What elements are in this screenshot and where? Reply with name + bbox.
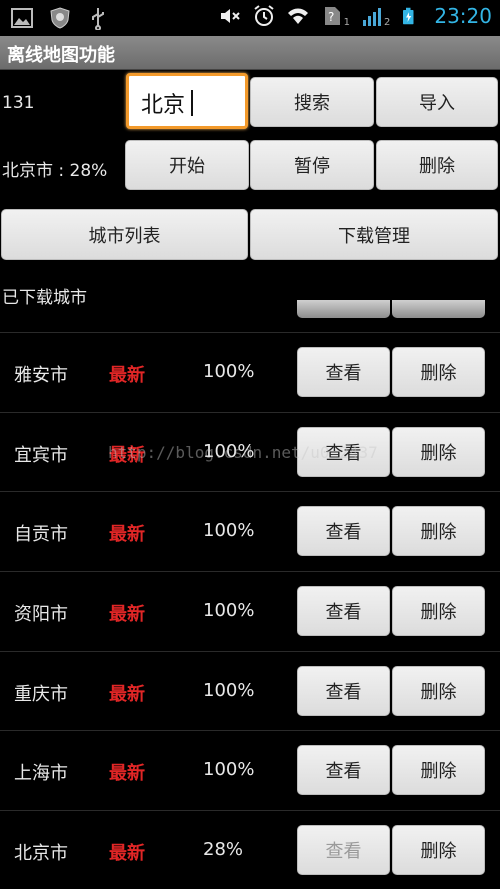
city-code-label: 131 bbox=[2, 93, 35, 113]
progress-percent: 100% bbox=[203, 680, 255, 701]
delete-city-button[interactable]: 删除 bbox=[392, 586, 485, 636]
search-button[interactable]: 搜索 bbox=[250, 77, 374, 127]
svg-text:?: ? bbox=[328, 10, 334, 24]
progress-percent: 28% bbox=[203, 839, 244, 860]
mute-icon bbox=[220, 9, 240, 23]
search-input[interactable]: 北京 bbox=[126, 73, 248, 129]
tab-download-manager[interactable]: 下载管理 bbox=[250, 209, 498, 260]
progress-percent: 100% bbox=[203, 361, 255, 382]
pause-button[interactable]: 暂停 bbox=[250, 140, 374, 190]
delete-city-button[interactable]: 删除 bbox=[392, 745, 485, 795]
download-progress-label: 北京市 : 28% bbox=[2, 161, 108, 181]
view-button[interactable]: 查看 bbox=[297, 347, 390, 397]
progress-percent: 100% bbox=[203, 759, 255, 780]
view-button[interactable]: 查看 bbox=[297, 825, 390, 875]
downloaded-header: 已下载城市 bbox=[2, 288, 87, 308]
view-button[interactable]: 查看 bbox=[297, 666, 390, 716]
usb-icon bbox=[92, 8, 104, 30]
list-item: 自贡市 最新 100% 查看 删除 bbox=[0, 491, 500, 571]
no-sim-icon: ? bbox=[324, 7, 340, 25]
status-time: 23:20 bbox=[434, 4, 492, 28]
update-status: 最新 bbox=[109, 684, 145, 705]
delete-city-button[interactable]: 删除 bbox=[392, 666, 485, 716]
delete-city-button[interactable]: 删除 bbox=[392, 506, 485, 556]
city-name: 资阳市 bbox=[14, 604, 68, 625]
text-caret bbox=[191, 90, 193, 116]
delete-button[interactable]: 删除 bbox=[376, 140, 498, 190]
city-name: 重庆市 bbox=[14, 684, 68, 705]
view-button[interactable]: 查看 bbox=[297, 745, 390, 795]
delete-city-button[interactable]: 删除 bbox=[392, 347, 485, 397]
list-item: 重庆市 最新 100% 查看 删除 bbox=[0, 651, 500, 731]
view-button[interactable]: 查看 bbox=[297, 586, 390, 636]
list-item: 资阳市 最新 100% 查看 删除 bbox=[0, 571, 500, 651]
search-input-value: 北京 bbox=[141, 93, 186, 118]
app-title-bar: 离线地图功能 bbox=[0, 36, 500, 70]
status-bar: ? 1 2 23:20 bbox=[0, 0, 500, 36]
city-name: 宜宾市 bbox=[14, 445, 68, 466]
progress-percent: 100% bbox=[203, 600, 255, 621]
list-item: 北京市 最新 28% 查看 删除 bbox=[0, 810, 500, 889]
peek-delete-button bbox=[392, 300, 485, 318]
sim2-label: 2 bbox=[383, 17, 391, 28]
progress-percent: 100% bbox=[203, 520, 255, 541]
tab-city-list[interactable]: 城市列表 bbox=[1, 209, 248, 260]
list-item: 上海市 最新 100% 查看 删除 bbox=[0, 730, 500, 810]
update-status: 最新 bbox=[109, 763, 145, 784]
import-button[interactable]: 导入 bbox=[376, 77, 498, 127]
delete-city-button[interactable]: 删除 bbox=[392, 427, 485, 477]
view-button[interactable]: 查看 bbox=[297, 506, 390, 556]
update-status: 最新 bbox=[109, 843, 145, 864]
image-icon bbox=[11, 8, 33, 28]
signal-icon bbox=[362, 8, 381, 26]
city-name: 北京市 bbox=[14, 843, 68, 864]
delete-city-button[interactable]: 删除 bbox=[392, 825, 485, 875]
sim1-label: 1 bbox=[343, 17, 350, 28]
city-name: 雅安市 bbox=[14, 365, 68, 386]
city-name: 上海市 bbox=[14, 763, 68, 784]
wifi-icon bbox=[287, 8, 308, 24]
city-name: 自贡市 bbox=[14, 524, 68, 545]
battery-charging-icon bbox=[403, 7, 414, 25]
shield-icon bbox=[50, 7, 70, 29]
update-status: 最新 bbox=[109, 524, 145, 545]
blog-watermark: http://blog.csdn.net/u0 2437 bbox=[108, 443, 378, 462]
update-status: 最新 bbox=[109, 604, 145, 625]
start-button[interactable]: 开始 bbox=[125, 140, 249, 190]
app-title: 离线地图功能 bbox=[7, 45, 115, 66]
update-status: 最新 bbox=[109, 365, 145, 386]
list-item: 雅安市 最新 100% 查看 删除 bbox=[0, 332, 500, 412]
alarm-icon bbox=[254, 5, 274, 26]
peek-view-button bbox=[297, 300, 390, 318]
